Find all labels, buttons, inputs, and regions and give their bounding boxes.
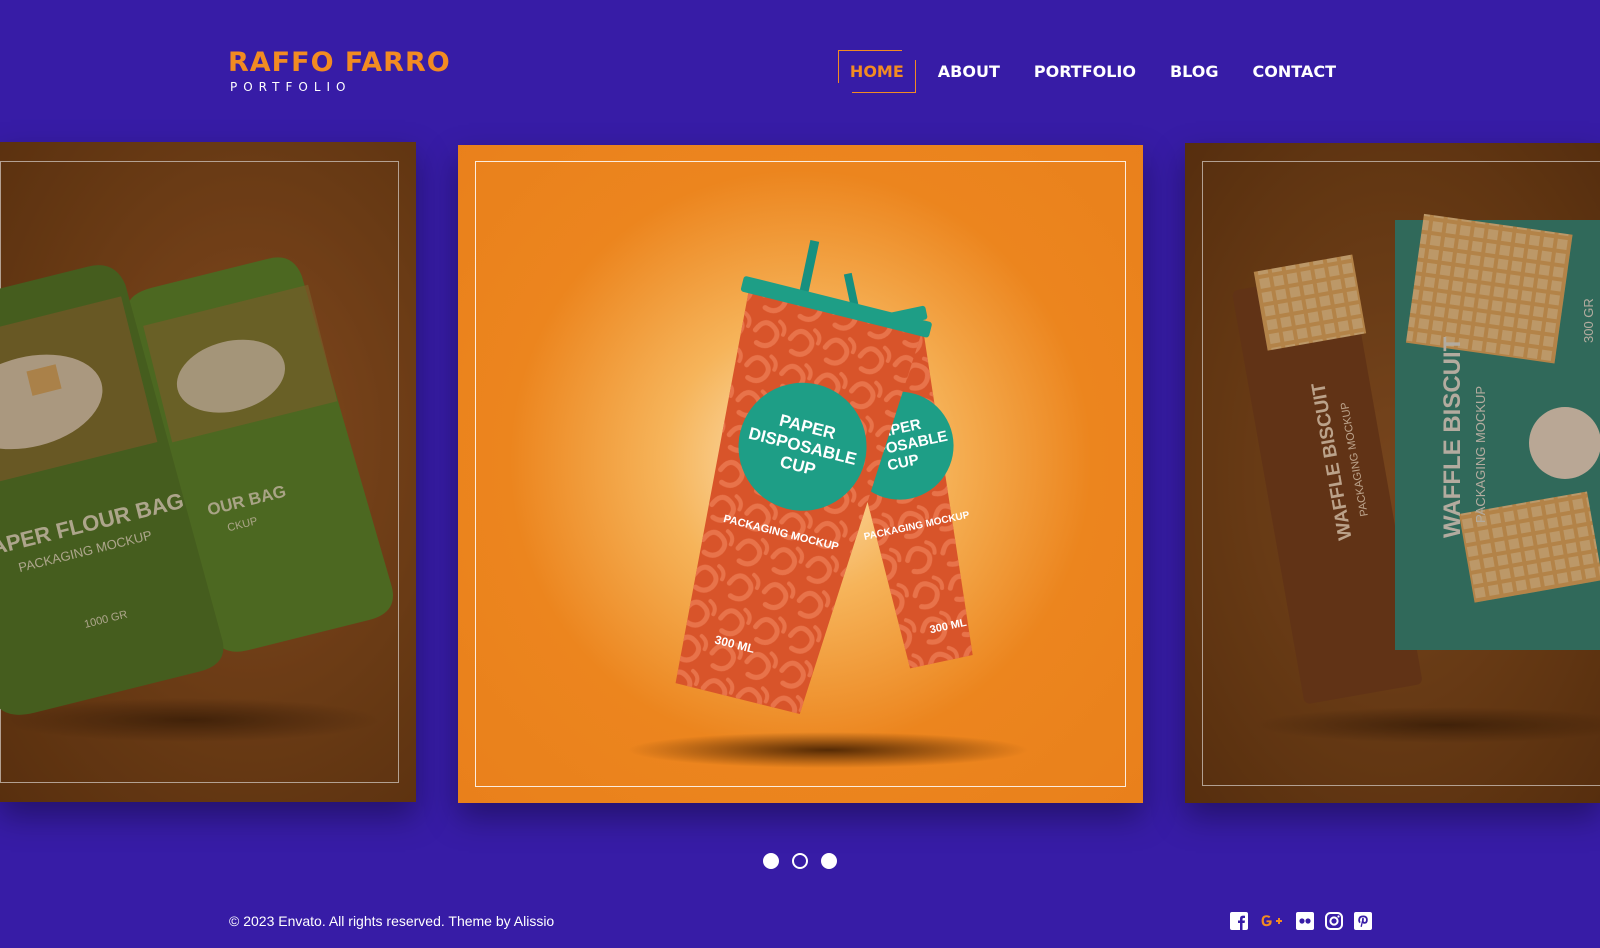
logo-title: RAFFO FARRO [228, 47, 451, 78]
facebook-icon[interactable] [1230, 912, 1248, 930]
paper-cup-image: PAPER DISPOSABLE CUP PACKAGING MOCKUP 30… [628, 240, 1028, 768]
pager-dot-3[interactable] [821, 853, 837, 869]
flour-bag-back-title: OUR BAG [205, 482, 287, 520]
slide-frame [0, 161, 399, 783]
flour-bag-weight: 1000 GR [83, 609, 129, 631]
google-plus-icon[interactable] [1259, 912, 1285, 930]
main-nav: HOME ABOUT PORTFOLIO BLOG CONTACT [828, 50, 1348, 93]
nav-home[interactable]: HOME [837, 50, 916, 93]
copyright-text: © 2023 Envato. All rights reserved. Them… [229, 913, 514, 929]
waffle-teal-weight: 300 GR [1581, 298, 1596, 343]
slide-paper-cup[interactable]: PAPER DISPOSABLE CUP PACKAGING MOCKUP 30… [458, 145, 1143, 803]
flickr-icon[interactable] [1296, 912, 1314, 930]
waffle-brown-title: WAFFLE BISCUIT [1308, 381, 1356, 542]
waffle-teal-title: WAFFLE BISCUIT [1439, 336, 1466, 538]
flour-bag-back-subtitle: CKUP [226, 515, 259, 534]
slide-frame [1202, 161, 1600, 786]
slide-waffle-biscuit[interactable]: WAFFLE BISCUIT PACKAGING MOCKUP WAFFLE B… [1185, 143, 1600, 803]
logo-subtitle: PORTFOLIO [230, 80, 352, 94]
pinterest-icon[interactable] [1354, 912, 1372, 930]
author-link[interactable]: Alissio [514, 913, 554, 929]
nav-blog[interactable]: BLOG [1158, 50, 1231, 93]
flour-bag-title: PAPER FLOUR BAG [0, 488, 186, 563]
nav-contact[interactable]: CONTACT [1241, 50, 1348, 93]
instagram-icon[interactable] [1325, 912, 1343, 930]
nav-about[interactable]: ABOUT [926, 50, 1012, 93]
social-links [1230, 912, 1372, 930]
footer-copyright: © 2023 Envato. All rights reserved. Them… [229, 913, 554, 929]
slide-flour-bag[interactable]: OUR BAG CKUP PAPER FLOUR BAG PACKAGING M… [0, 142, 416, 802]
logo[interactable]: RAFFO FARRO PORTFOLIO [228, 47, 451, 95]
pager-dot-2[interactable] [792, 853, 808, 869]
pager-dot-1[interactable] [763, 853, 779, 869]
waffle-biscuit-image: WAFFLE BISCUIT PACKAGING MOCKUP WAFFLE B… [1232, 213, 1600, 743]
nav-portfolio[interactable]: PORTFOLIO [1022, 50, 1148, 93]
waffle-brown-subtitle: PACKAGING MOCKUP [1339, 401, 1371, 517]
slider-pager [763, 853, 837, 869]
waffle-teal-subtitle: PACKAGING MOCKUP [1473, 386, 1488, 523]
flour-bag-subtitle: PACKAGING MOCKUP [17, 527, 154, 575]
flour-bag-image: OUR BAG CKUP PAPER FLOUR BAG PACKAGING M… [0, 257, 393, 742]
